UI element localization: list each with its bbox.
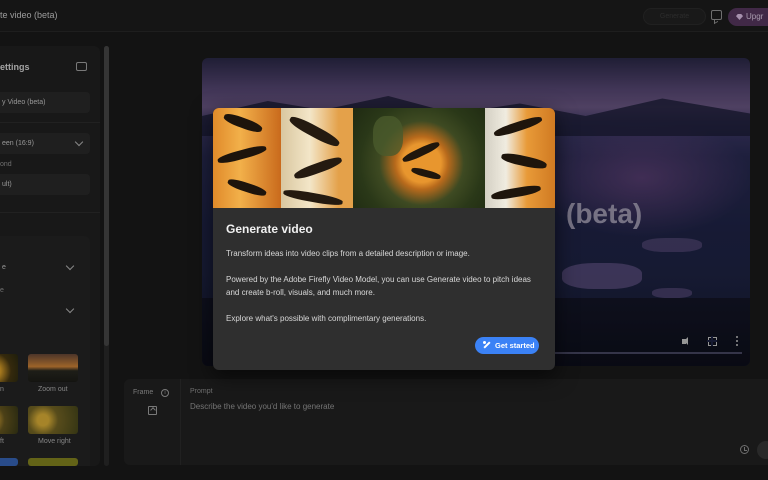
dialog-paragraph: Powered by the Adobe Firefly Video Model… xyxy=(226,275,531,297)
get-started-button[interactable]: Get started xyxy=(475,337,539,354)
tiger-fur-panel xyxy=(485,108,555,208)
dialog-paragraph: Explore what's possible with complimenta… xyxy=(226,314,427,323)
tiger-fur-panel xyxy=(281,108,353,208)
app-window: te video (beta) Generate Upgr ettings y … xyxy=(0,0,768,480)
get-started-label: Get started xyxy=(495,341,535,350)
tiger-closeup-panel xyxy=(353,108,485,208)
dialog-paragraph: Transform ideas into video clips from a … xyxy=(226,249,470,258)
tiger-fur-panel xyxy=(213,108,281,208)
generate-video-dialog: Generate video Transform ideas into vide… xyxy=(213,108,555,370)
hero-image xyxy=(213,108,555,208)
sparkle-icon xyxy=(483,341,491,349)
dialog-title: Generate video xyxy=(226,222,313,236)
